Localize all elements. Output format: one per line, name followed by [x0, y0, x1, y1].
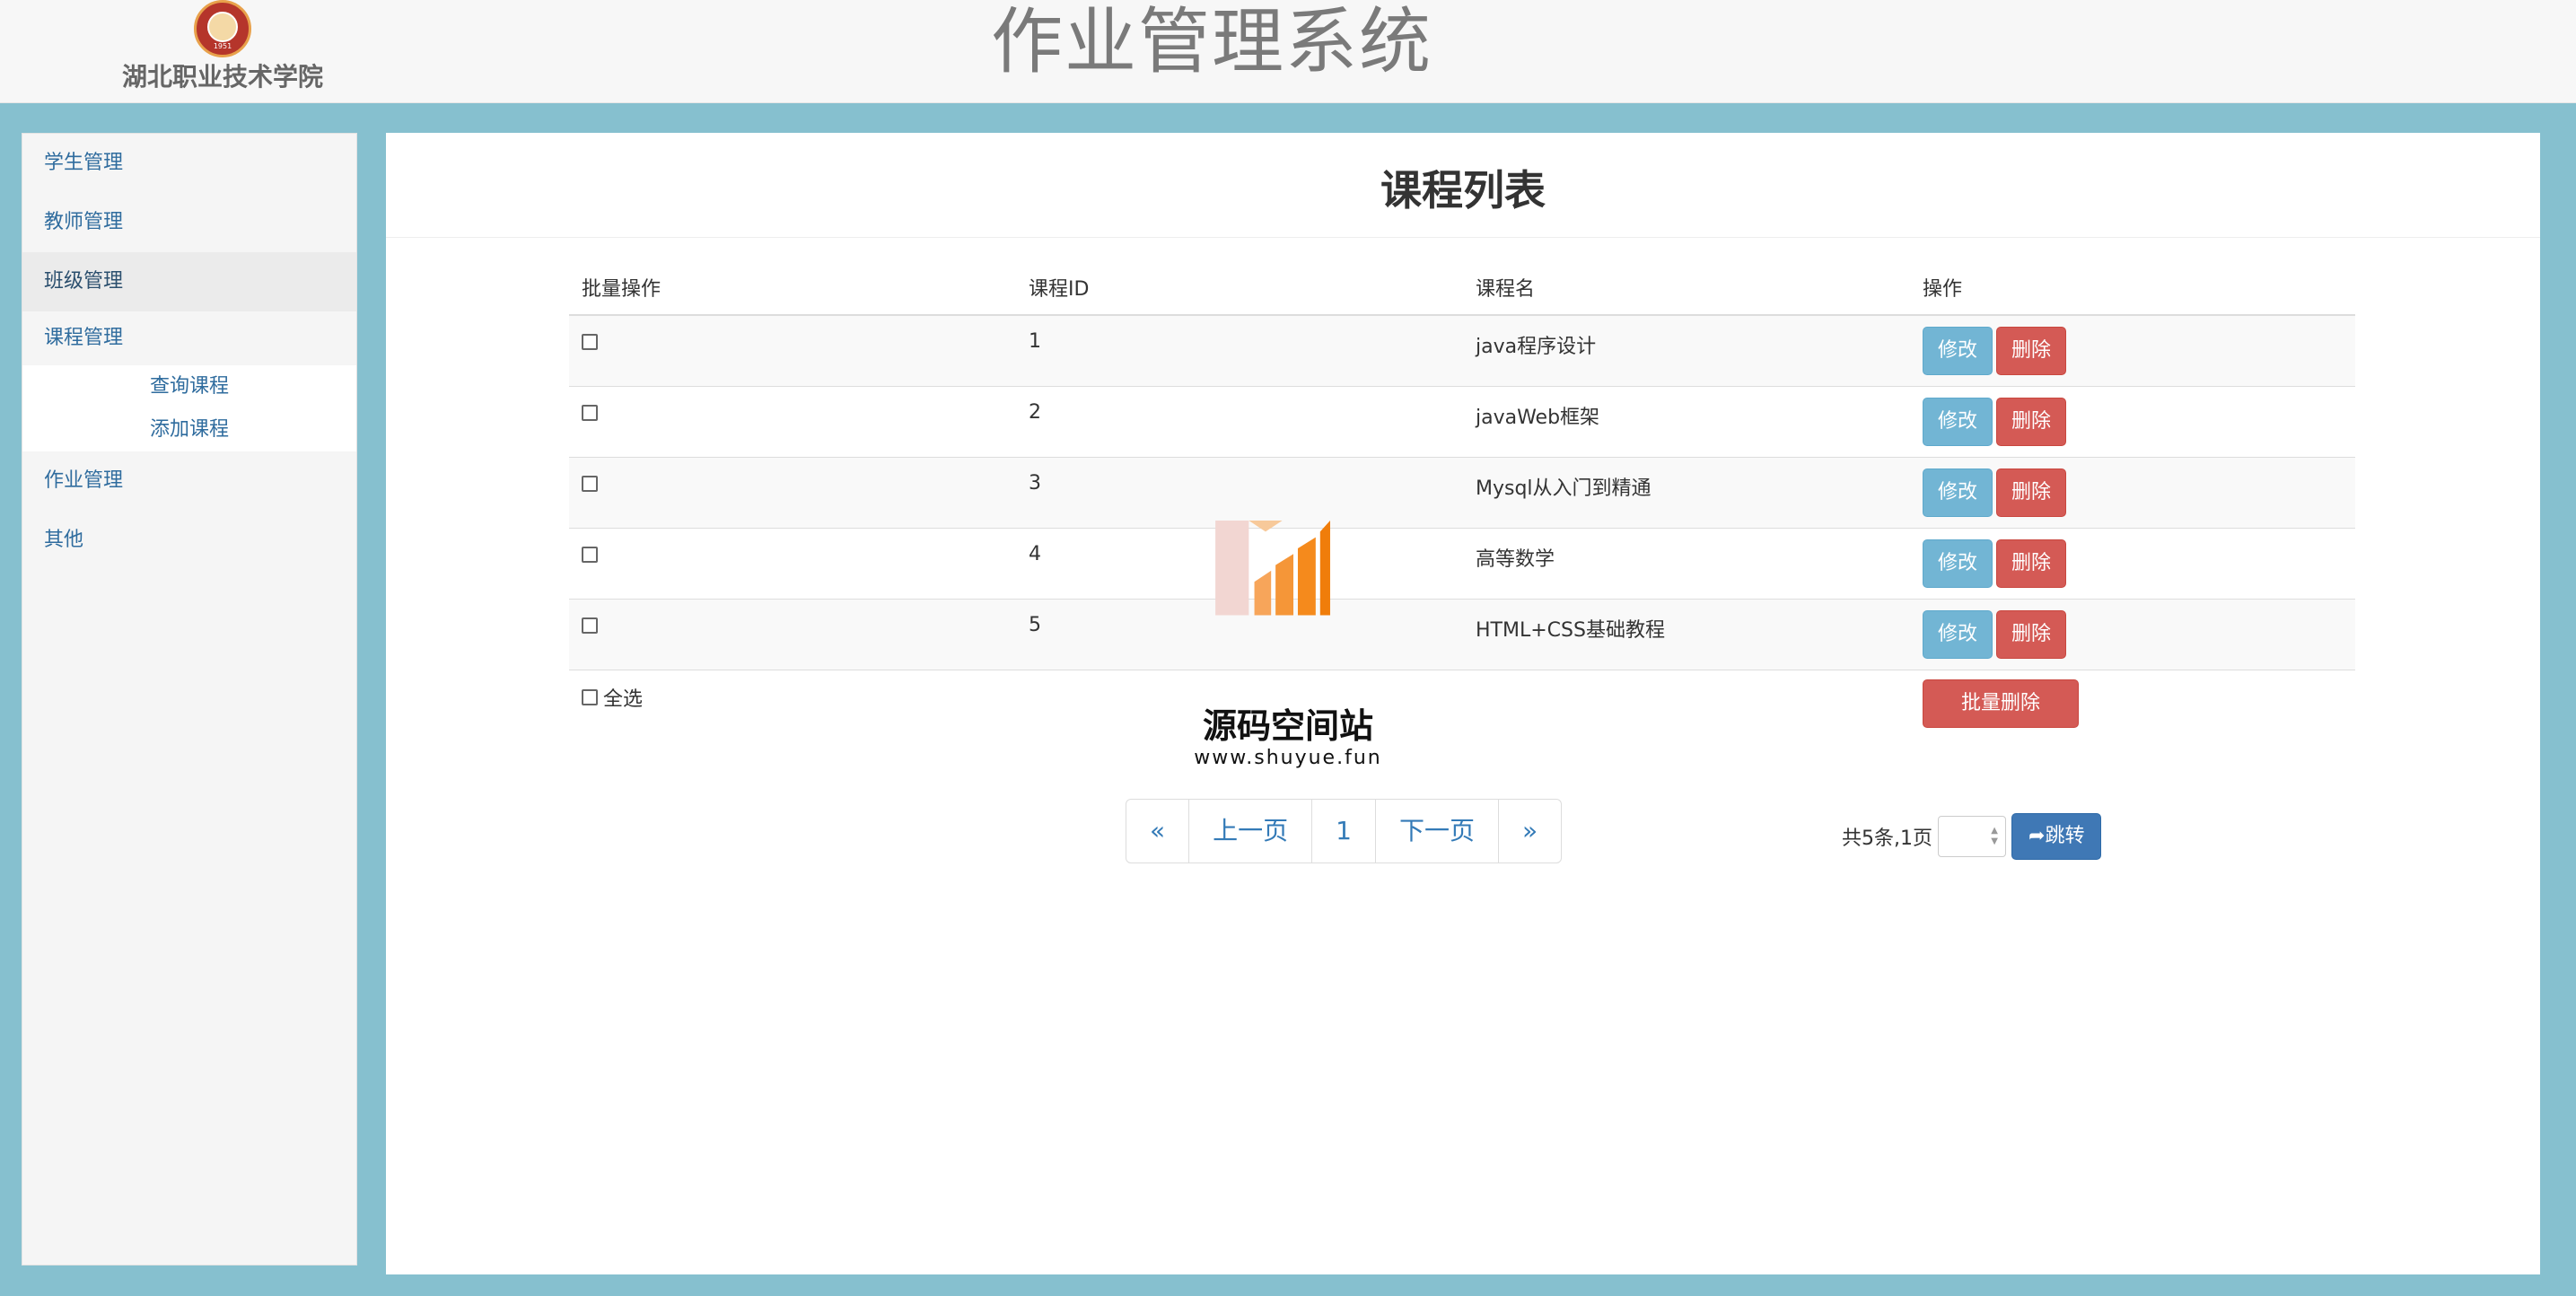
course-id: 1 [1029, 330, 1041, 353]
sidebar-item-homework[interactable]: 作业管理 [22, 451, 356, 511]
sidebar-subitem-query-courses[interactable]: 查询课程 [22, 365, 356, 408]
delete-button[interactable]: 删除 [1996, 398, 2067, 446]
page-number-input[interactable]: ▲ ▼ [1938, 816, 2006, 857]
jump-label: 跳转 [2045, 825, 2085, 847]
spinner-icon[interactable]: ▲ ▼ [1991, 826, 1998, 847]
edit-button[interactable]: 修改 [1923, 610, 1993, 659]
course-id: 3 [1029, 472, 1041, 495]
watermark-logo [1215, 521, 1330, 616]
jump-button[interactable]: ➦跳转 [2011, 813, 2102, 860]
site-title: 作业管理系统 [991, 0, 1433, 83]
sidebar: 学生管理 教师管理 班级管理 课程管理 查询课程 添加课程 作业管理 其他 [22, 133, 357, 1265]
share-arrow-icon: ➦ [2028, 825, 2046, 847]
table-row: 1 java程序设计 修改 删除 [569, 316, 2355, 387]
row-checkbox[interactable] [582, 334, 598, 350]
sidebar-item-other[interactable]: 其他 [22, 511, 356, 570]
watermark-url: www.shuyue.fun [1194, 747, 1382, 769]
pagination-current[interactable]: 1 [1312, 800, 1376, 863]
watermark-bar [1275, 554, 1293, 616]
page-jump: 共5条,1页 ▲ ▼ ➦跳转 [1842, 813, 2102, 860]
delete-button[interactable]: 删除 [1996, 610, 2067, 659]
row-checkbox[interactable] [582, 476, 598, 492]
select-all-checkbox[interactable] [582, 689, 598, 705]
pagination-last[interactable]: » [1499, 800, 1561, 863]
delete-button[interactable]: 删除 [1996, 468, 2067, 517]
course-name: Mysql从入门到精通 [1476, 477, 1652, 500]
table-header: 批量操作 课程ID 课程名 操作 [569, 260, 2355, 316]
table-row: 5 HTML+CSS基础教程 修改 删除 [569, 600, 2355, 670]
watermark-title: 源码空间站 [1202, 706, 1373, 746]
watermark-chevron [1249, 521, 1283, 532]
pagination-prev[interactable]: 上一页 [1189, 800, 1313, 863]
sidebar-subitem-add-course[interactable]: 添加课程 [22, 408, 356, 451]
row-checkbox[interactable] [582, 617, 598, 634]
edit-button[interactable]: 修改 [1923, 398, 1993, 446]
course-name: HTML+CSS基础教程 [1476, 619, 1665, 642]
edit-button[interactable]: 修改 [1923, 327, 1993, 375]
logo-inner-emblem [207, 12, 238, 42]
header-actions: 操作 [1923, 278, 1963, 301]
course-table: 批量操作 课程ID 课程名 操作 1 java程序设计 修改 删除 2 javaW… [569, 260, 2355, 740]
watermark-bar [1319, 521, 1330, 616]
header-course-id: 课程ID [1029, 278, 1090, 301]
pagination-first[interactable]: « [1126, 800, 1190, 863]
delete-button[interactable]: 删除 [1996, 539, 2067, 588]
edit-button[interactable]: 修改 [1923, 539, 1993, 588]
course-name: javaWeb框架 [1476, 407, 1600, 429]
table-row: 2 javaWeb框架 修改 删除 [569, 387, 2355, 458]
logo-year: 1951 [213, 42, 232, 50]
sidebar-subnav-courses: 查询课程 添加课程 [22, 365, 356, 451]
course-id: 2 [1029, 401, 1041, 424]
main-content: 课程列表 批量操作 课程ID 课程名 操作 1 java程序设计 修改 删除 2 … [386, 133, 2540, 1274]
sidebar-item-classes[interactable]: 班级管理 [22, 252, 356, 311]
header-course-name: 课程名 [1476, 278, 1536, 301]
pagination: « 上一页 1 下一页 » [1126, 799, 1563, 863]
sidebar-item-students[interactable]: 学生管理 [22, 134, 356, 193]
school-logo: 1951 [194, 0, 251, 57]
sidebar-item-teachers[interactable]: 教师管理 [22, 193, 356, 252]
watermark-bar [1297, 537, 1316, 616]
row-checkbox[interactable] [582, 405, 598, 421]
header: 1951 湖北职业技术学院 作业管理系统 [0, 0, 2576, 103]
watermark-bar [1215, 521, 1249, 616]
table-row: 4 高等数学 修改 删除 [569, 529, 2355, 600]
page-title: 课程列表 [1380, 166, 1546, 215]
page-info: 共5条,1页 [1842, 828, 1932, 850]
watermark-bar [1254, 570, 1272, 616]
edit-button[interactable]: 修改 [1923, 468, 1993, 517]
school-name: 湖北职业技术学院 [121, 62, 323, 92]
course-name: 高等数学 [1476, 548, 1555, 571]
delete-button[interactable]: 删除 [1996, 327, 2067, 375]
content-header: 课程列表 [386, 133, 2540, 238]
sidebar-item-courses[interactable]: 课程管理 [22, 311, 356, 365]
row-checkbox[interactable] [582, 547, 598, 563]
select-all-label[interactable]: 全选 [603, 688, 643, 711]
table-footer: 全选 批量删除 [569, 670, 2355, 740]
table-row: 3 Mysql从入门到精通 修改 删除 [569, 458, 2355, 529]
course-name: java程序设计 [1476, 336, 1597, 358]
pagination-next[interactable]: 下一页 [1376, 800, 1499, 863]
batch-delete-button[interactable]: 批量删除 [1923, 679, 2080, 728]
header-batch: 批量操作 [582, 278, 662, 301]
